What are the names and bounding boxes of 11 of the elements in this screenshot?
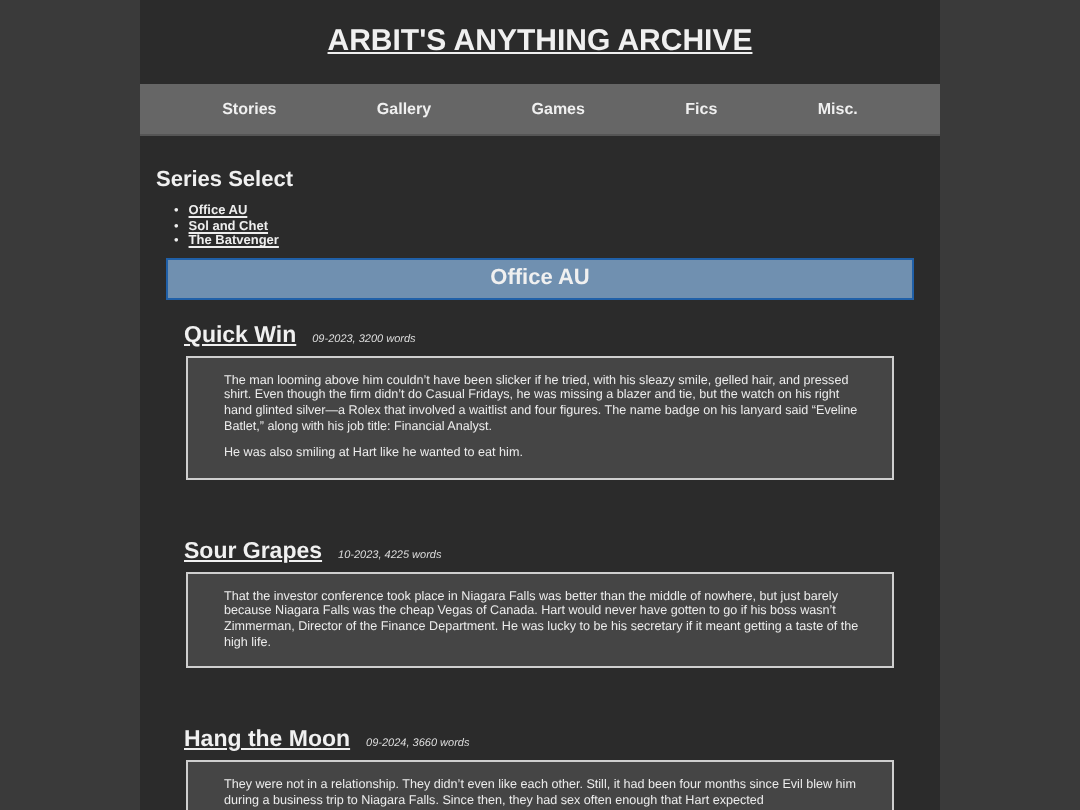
section-banner: Office AU xyxy=(166,257,914,300)
story-title-link[interactable]: Hang the Moon xyxy=(184,728,351,753)
nav-link[interactable]: Games xyxy=(531,100,585,118)
story-title-link[interactable]: Quick Win xyxy=(184,323,297,348)
site-title-link[interactable]: ARBIT'S ANYTHING ARCHIVE xyxy=(327,24,753,58)
nav-link[interactable]: Gallery xyxy=(376,100,432,118)
story-title-link[interactable]: Sour Grapes xyxy=(184,539,323,564)
nav-link[interactable]: Fics xyxy=(685,100,718,118)
series-heading: Series Select xyxy=(156,168,295,192)
nav-link[interactable]: Misc. xyxy=(817,100,858,118)
nav-link[interactable]: Stories xyxy=(222,100,277,118)
